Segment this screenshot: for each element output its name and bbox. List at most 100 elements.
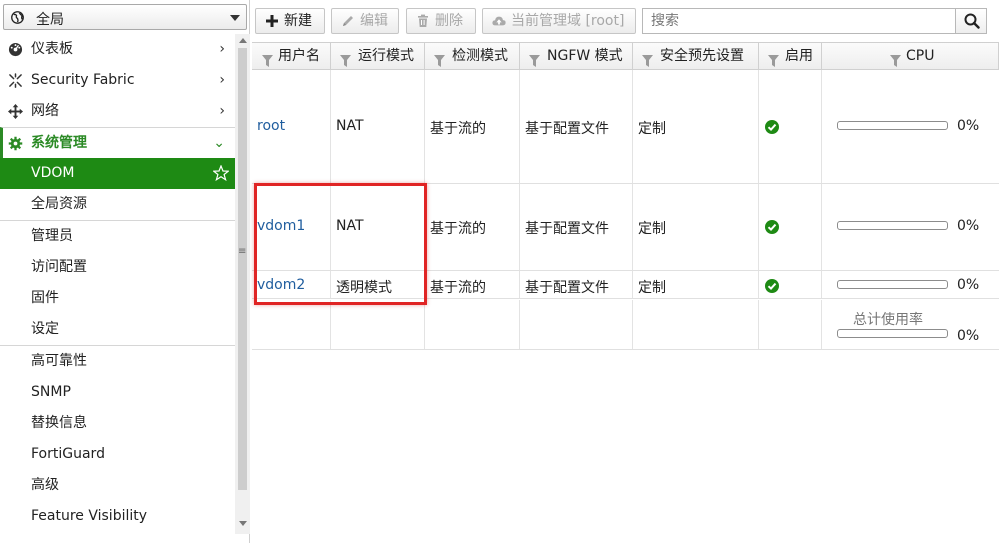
cell-security-preset: 定制 [633,184,759,270]
sidebar-item-vdom[interactable]: VDOM [0,158,235,189]
vdom-name-link[interactable]: root [257,118,285,134]
chevron-right-icon: › [219,103,225,119]
column-header-inspection-mode[interactable]: 检测模式 [425,43,520,70]
management-vdom-button[interactable]: 当前管理域 [root] [482,8,636,34]
cpu-percent: 0% [957,277,980,293]
cell-enabled [759,184,822,270]
sidebar-item-dashboard[interactable]: 仪表板 › [0,34,235,65]
filter-icon[interactable] [529,50,540,67]
edit-button[interactable]: 编辑 [331,8,399,34]
sidebar-scrollbar[interactable] [235,34,250,534]
total-empty-cell [759,300,822,349]
gear-icon [8,136,23,151]
cell-value: 定制 [638,221,666,237]
cpu-usage-bar [837,221,948,230]
filter-icon[interactable] [642,50,653,67]
cell-security-preset: 定制 [633,271,759,298]
sidebar-item-advanced[interactable]: 高级 [0,470,235,501]
nav-group-admin: 管理员 访问配置 固件 设定 [0,220,235,345]
scope-selector[interactable]: 全局 [3,4,247,30]
sidebar-item-snmp[interactable]: SNMP [0,377,235,408]
column-header-ngfw-mode[interactable]: NGFW 模式 [520,43,633,70]
sidebar-item-replacement-messages[interactable]: 替换信息 [0,408,235,439]
chevron-right-icon: › [219,41,225,57]
cell-enabled [759,70,822,183]
scroll-down-icon[interactable] [239,521,247,526]
column-header-username[interactable]: 用户名 [252,43,331,70]
cell-enabled [759,271,822,298]
table-header: 用户名 运行模式 检测模式 NGFW 模式 安全预先设置 启用 CPU [252,42,999,70]
column-header-security-preset[interactable]: 安全预先设置 [633,43,759,70]
filter-icon[interactable] [262,50,273,67]
sidebar-item-admin-profiles[interactable]: 访问配置 [0,252,235,283]
resize-grip-icon[interactable]: ≡ [238,247,246,257]
total-empty-cell [331,300,425,349]
cell-security-preset: 定制 [633,70,759,183]
sidebar-item-network[interactable]: 网络 › [0,96,235,127]
sidebar-item-global-resources[interactable]: 全局资源 [0,189,235,220]
star-icon[interactable] [213,165,229,181]
cpu-usage-bar [837,280,948,289]
total-empty-cell [633,300,759,349]
cell-ngfw-mode: 基于配置文件 [520,184,633,270]
cell-cpu: 0% [822,184,999,270]
scroll-up-icon[interactable] [239,38,247,43]
cpu-percent: 0% [957,218,980,234]
cell-value: NAT [336,118,364,134]
cell-ngfw-mode: 基于配置文件 [520,271,633,298]
table-row[interactable]: root NAT 基于流的 基于配置文件 定制 0% [252,70,999,184]
sidebar-item-administrators[interactable]: 管理员 [0,221,235,252]
sidebar-item-security-fabric[interactable]: Security Fabric › [0,65,235,96]
column-header-cpu[interactable]: CPU [822,43,999,70]
cell-username[interactable]: vdom2 [252,271,331,298]
column-header-enabled[interactable]: 启用 [759,43,822,70]
column-header-operation-mode[interactable]: 运行模式 [331,43,425,70]
cell-value: 基于配置文件 [525,221,609,237]
total-cpu-bar [837,329,948,338]
filter-icon[interactable] [434,50,445,67]
delete-button[interactable]: 删除 [406,8,476,34]
cell-inspection-mode: 基于流的 [425,184,520,270]
filter-icon[interactable] [768,50,779,67]
table-row[interactable]: vdom2 透明模式 基于流的 基于配置文件 定制 0% [252,271,999,299]
table-row[interactable]: vdom1 NAT 基于流的 基于配置文件 定制 0% [252,184,999,271]
cell-username[interactable]: root [252,70,331,183]
cpu-percent: 0% [957,118,980,134]
cell-username[interactable]: vdom1 [252,184,331,270]
filter-icon[interactable] [890,50,901,67]
sidebar-item-settings[interactable]: 设定 [0,314,235,345]
filter-icon[interactable] [340,50,351,67]
sidebar-item-ha[interactable]: 高可靠性 [0,346,235,377]
cell-ngfw-mode: 基于配置文件 [520,70,633,183]
vdom-name-link[interactable]: vdom2 [257,277,305,293]
scope-label: 全局 [36,12,64,28]
sidebar-nav: 仪表板 › Security Fabric › 网络 › 系统管理 ⌄ VDOM… [0,34,235,532]
new-button[interactable]: 新建 [255,8,325,34]
toolbar: 新建 编辑 删除 当前管理域 [root] [250,0,999,42]
sidebar-item-feature-visibility[interactable]: Feature Visibility [0,501,235,532]
search-input[interactable] [643,9,956,33]
cell-cpu: 0% [822,271,999,298]
scrollbar-thumb[interactable] [238,48,247,490]
cell-cpu: 0% [822,70,999,183]
nav-group-resources: 全局资源 [0,189,235,220]
search-button[interactable] [955,9,986,33]
dashboard-icon [8,42,23,57]
search-icon [964,13,980,29]
check-circle-icon [765,279,779,293]
total-empty-cell [252,300,331,349]
sidebar-item-firmware[interactable]: 固件 [0,283,235,314]
pencil-icon [343,16,353,26]
cell-inspection-mode: 基于流的 [425,271,520,298]
cell-inspection-mode: 基于流的 [425,70,520,183]
cell-value: 基于配置文件 [525,280,609,296]
cell-value: 基于配置文件 [525,121,609,137]
vdom-name-link[interactable]: vdom1 [257,218,305,234]
total-cpu-percent: 0% [957,328,980,344]
cell-total-cpu: 总计使用率 0% [822,300,999,349]
cell-value: 透明模式 [336,280,392,296]
sidebar-item-system[interactable]: 系统管理 ⌄ [0,127,235,158]
sidebar-item-fortiguard[interactable]: FortiGuard [0,439,235,470]
network-icon [8,104,23,119]
globe-icon [11,11,24,24]
